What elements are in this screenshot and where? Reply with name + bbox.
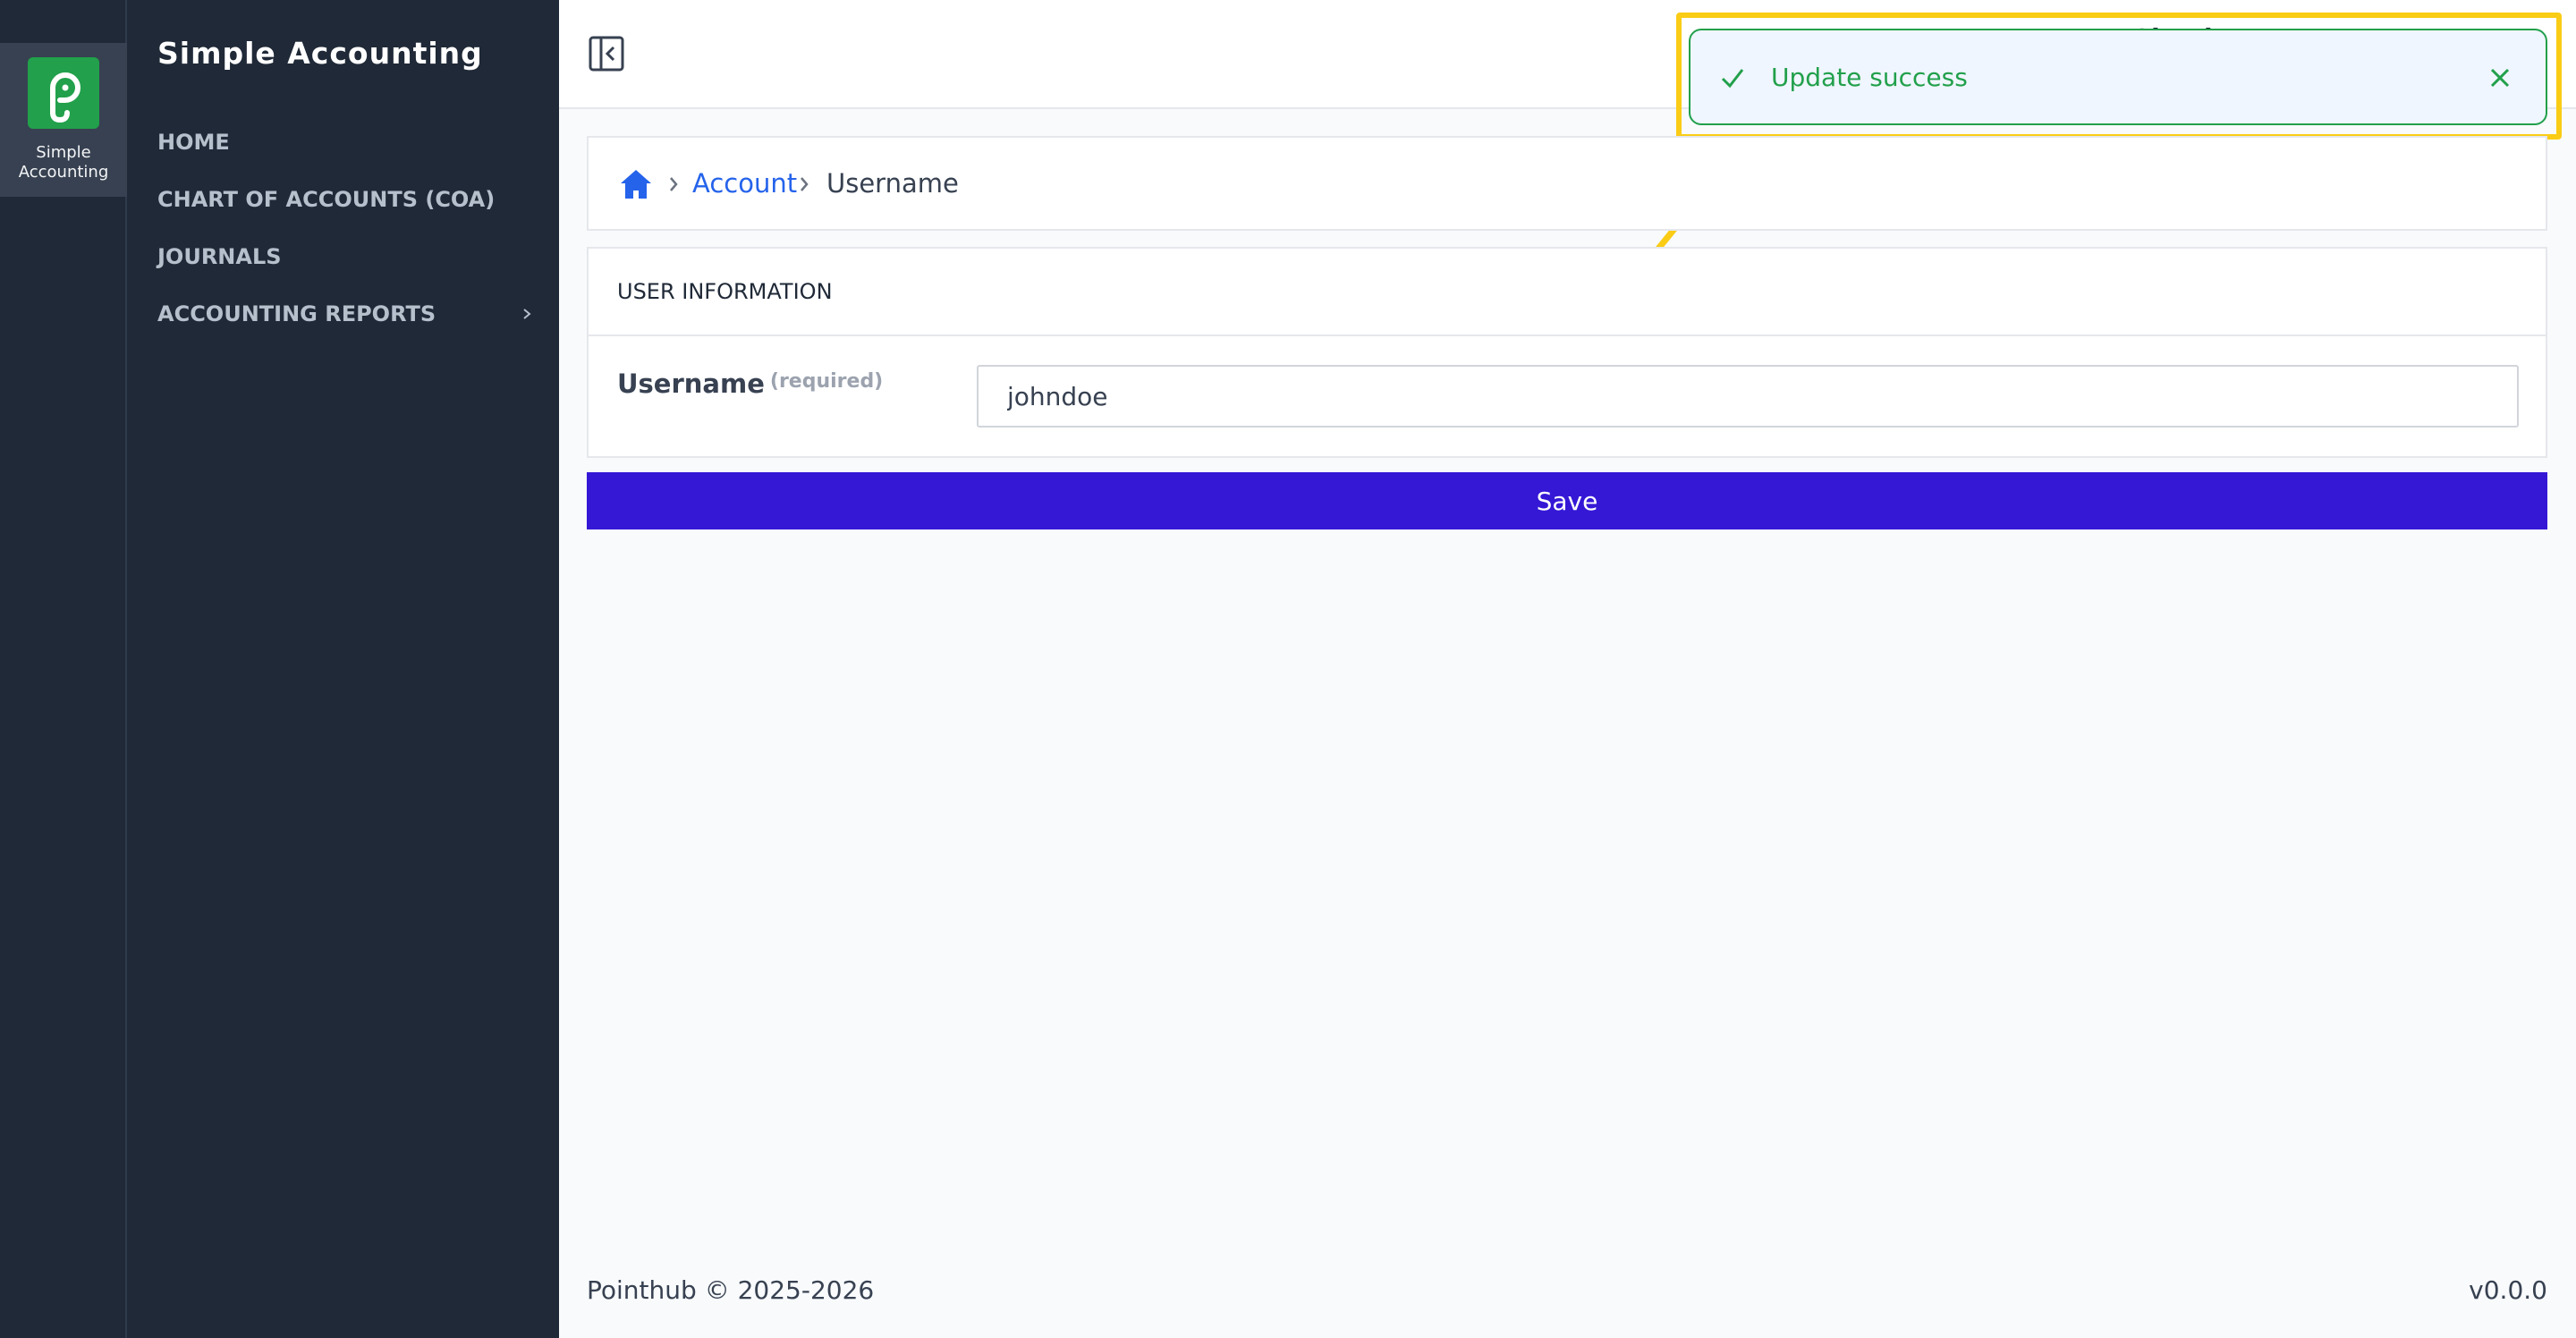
sidebar-item-chart-of-accounts[interactable]: CHART OF ACCOUNTS (COA) [157, 184, 533, 241]
chevron-right-icon [523, 309, 531, 319]
username-label: Username (required) [617, 368, 883, 399]
breadcrumb: Account Username [587, 136, 2547, 231]
card-title: USER INFORMATION [617, 279, 833, 304]
home-icon[interactable] [619, 168, 653, 200]
save-button[interactable]: Save [587, 472, 2547, 529]
breadcrumb-account-link[interactable]: Account [692, 168, 797, 199]
sidebar-item-label: ACCOUNTING REPORTS [157, 301, 436, 326]
app-logo-icon [28, 57, 99, 129]
sidebar-item-home[interactable]: HOME [157, 127, 533, 184]
username-input[interactable] [977, 365, 2519, 428]
chevron-right-icon [801, 177, 809, 191]
rail-app-label-line2: Accounting [18, 163, 109, 182]
rail-app-label: Simple Accounting [0, 143, 127, 182]
chevron-right-icon [670, 177, 678, 191]
rail-app-label-line1: Simple [36, 143, 91, 162]
annotation-highlight-box [1676, 13, 2562, 140]
footer-copyright: Pointhub © 2025-2026 [587, 1275, 875, 1305]
collapse-sidebar-icon[interactable] [589, 36, 624, 72]
sidebar-title: Simple Accounting [157, 36, 483, 71]
sidebar-item-label: CHART OF ACCOUNTS (COA) [157, 187, 496, 212]
app-rail: Simple Accounting [0, 0, 127, 1338]
sidebar-nav: HOME CHART OF ACCOUNTS (COA) JOURNALS AC… [157, 127, 533, 356]
sidebar: Simple Accounting HOME CHART OF ACCOUNTS… [127, 0, 559, 1338]
card-header: USER INFORMATION [589, 249, 2546, 336]
footer-version: v0.0.0 [2469, 1275, 2547, 1305]
required-indicator: (required) [769, 370, 884, 393]
sidebar-item-label: JOURNALS [157, 244, 282, 269]
username-label-text: Username [617, 368, 765, 399]
user-information-card: USER INFORMATION Username (required) [587, 247, 2547, 458]
sidebar-item-label: HOME [157, 130, 230, 155]
rail-app-simple-accounting[interactable]: Simple Accounting [0, 43, 127, 197]
sidebar-item-accounting-reports[interactable]: ACCOUNTING REPORTS [157, 299, 533, 356]
sidebar-item-journals[interactable]: JOURNALS [157, 241, 533, 299]
breadcrumb-current: Username [826, 168, 959, 199]
app-root: Simple Accounting Simple Accounting HOME… [0, 0, 2576, 1338]
